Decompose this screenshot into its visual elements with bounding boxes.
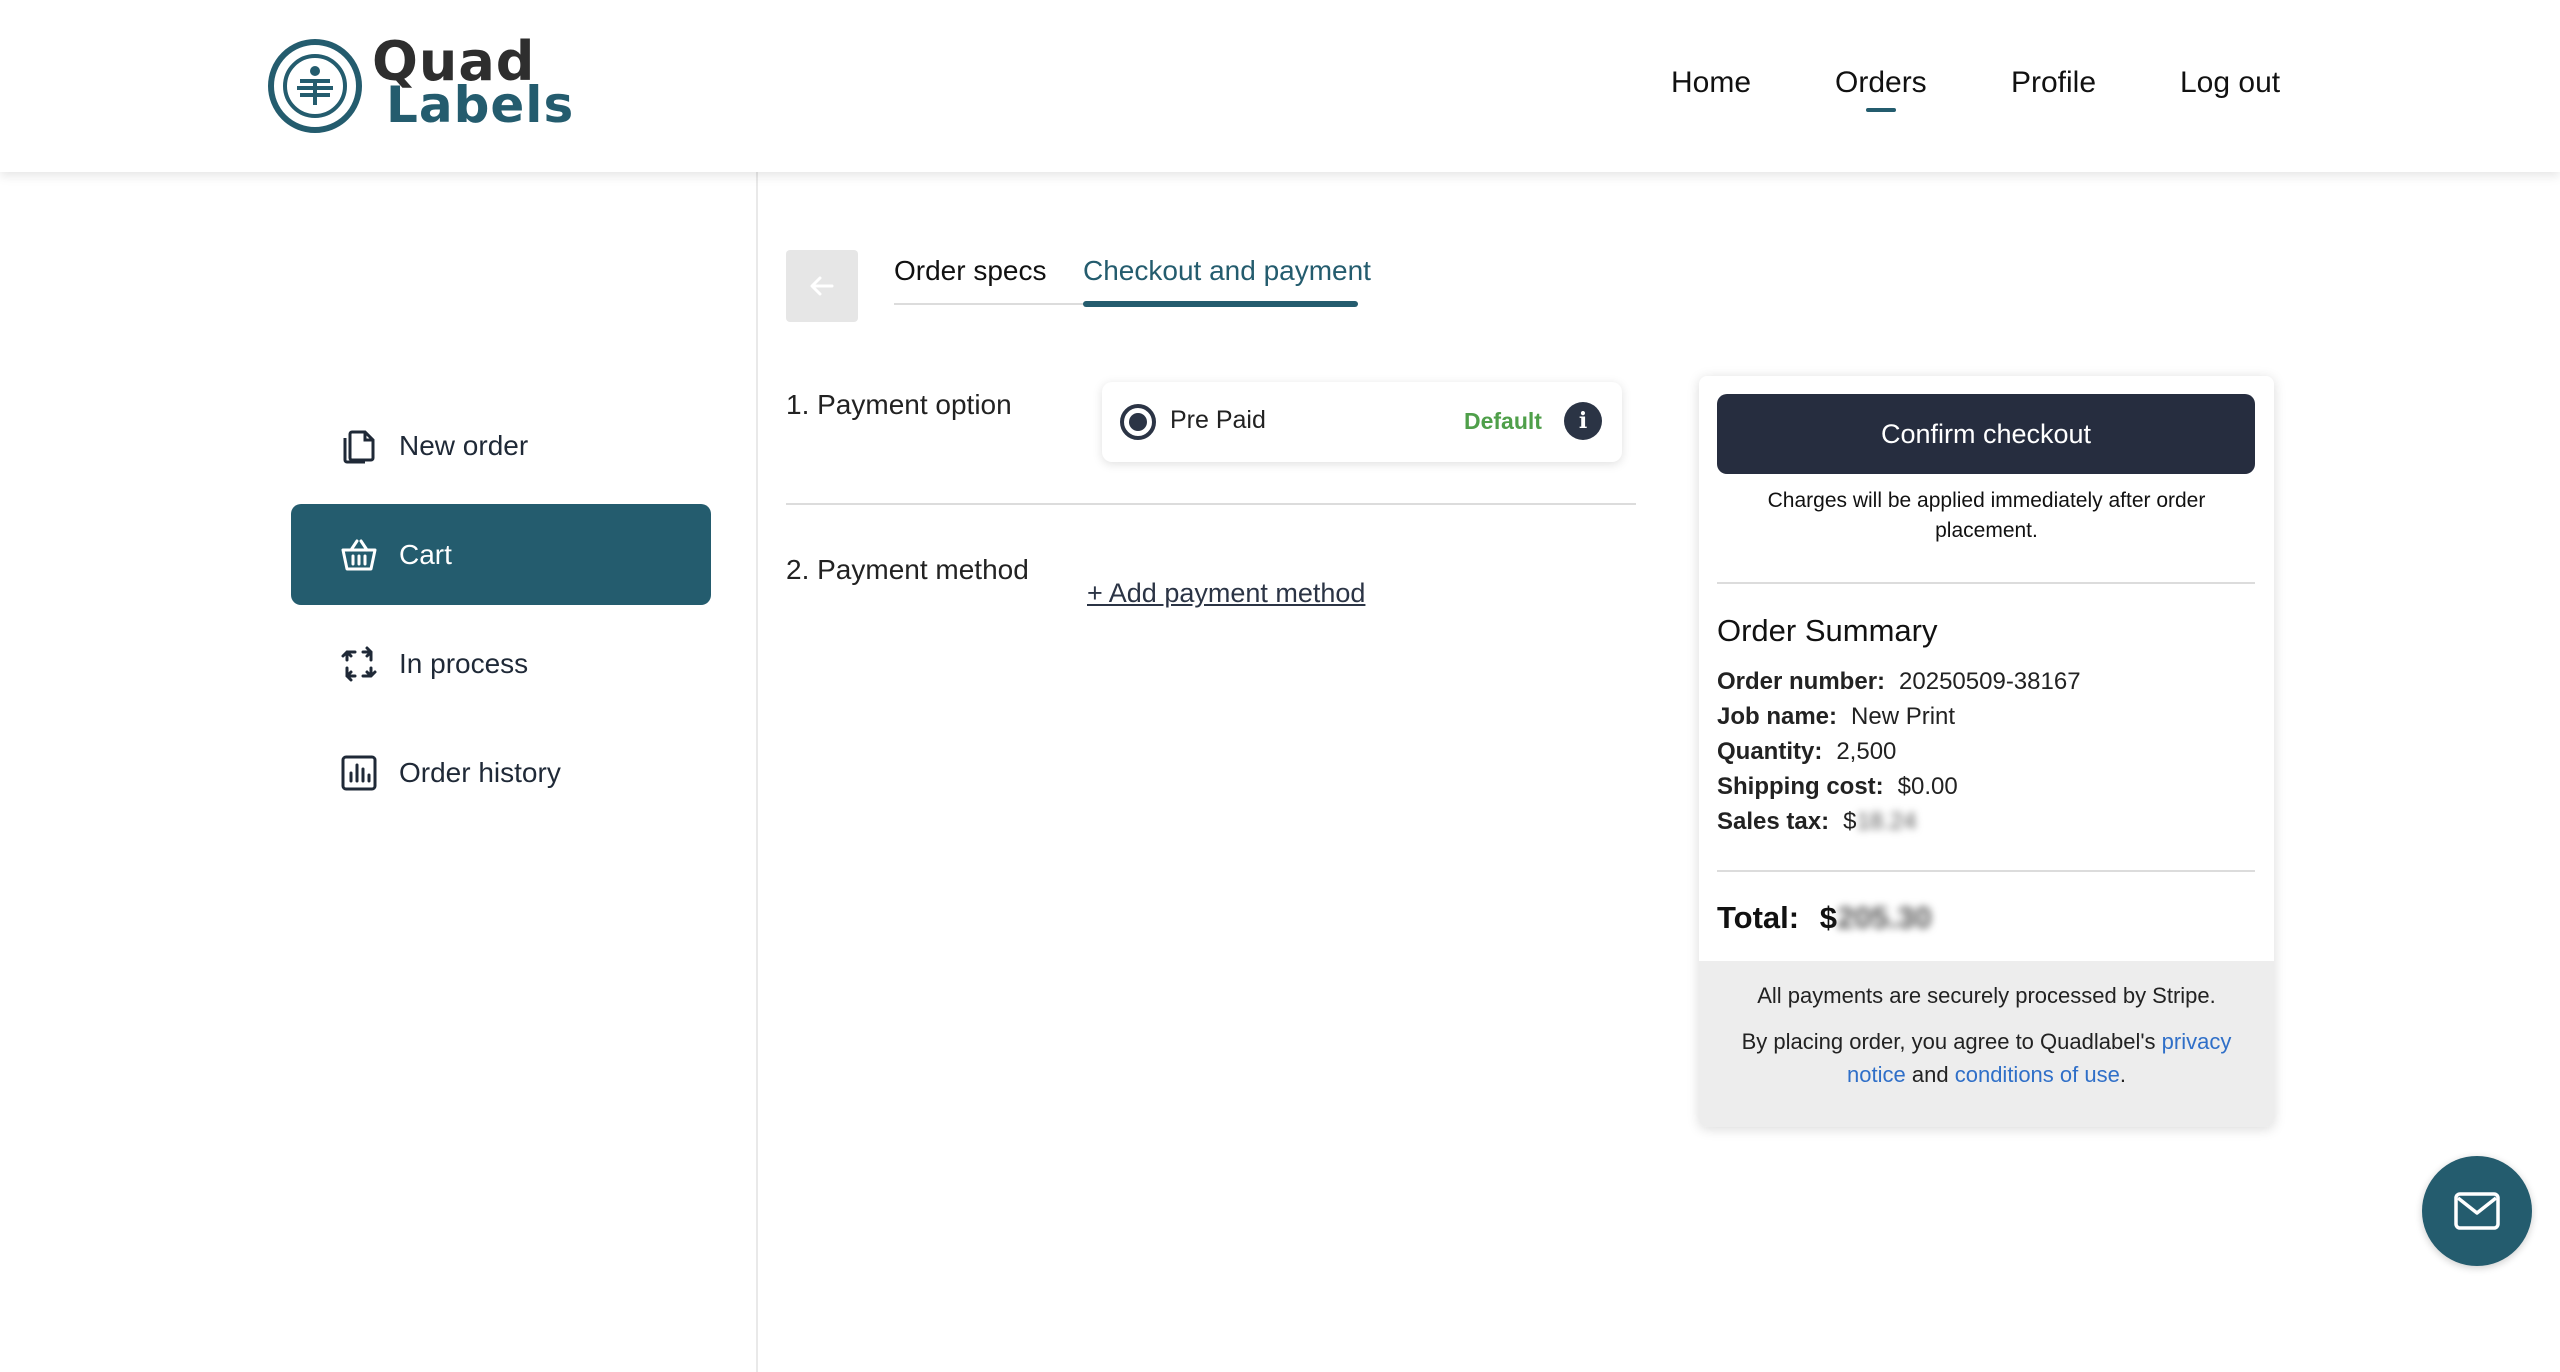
process-arrows-icon — [341, 646, 377, 681]
sales-tax-row: Sales tax: $18.24 — [1717, 808, 1917, 836]
tab-order-specs[interactable]: Order specs — [894, 255, 1047, 287]
sidebar-item-cart[interactable]: Cart — [291, 504, 711, 605]
nav-orders[interactable]: Orders — [1835, 66, 1927, 112]
envelope-icon — [2454, 1192, 2500, 1230]
sidebar-item-order-history[interactable]: Order history — [291, 722, 711, 823]
nav-active-indicator — [1865, 108, 1896, 112]
sidebar-item-in-process[interactable]: In process — [291, 613, 711, 714]
sales-tax-value-blurred: 18.24 — [1856, 808, 1917, 835]
sidebar-item-label: Cart — [399, 538, 452, 570]
confirm-checkout-button[interactable]: Confirm checkout — [1717, 394, 2255, 474]
total-currency: $ — [1819, 900, 1837, 935]
add-payment-method-link[interactable]: + Add payment method — [1087, 578, 1365, 609]
payment-option-label: Pre Paid — [1170, 406, 1266, 434]
nav-home[interactable]: Home — [1671, 66, 1751, 100]
arrow-left-icon — [810, 276, 834, 296]
total-label: Total: — [1717, 900, 1800, 935]
payment-option-heading: 1. Payment option — [786, 389, 1012, 420]
terms-prefix: By placing order, you agree to Quadlabel… — [1741, 1029, 2156, 1054]
sales-tax-currency: $ — [1843, 808, 1857, 835]
sidebar-item-label: Order history — [399, 756, 561, 788]
sidebar-item-label: New order — [399, 429, 529, 461]
quantity-label: Quantity: — [1717, 738, 1823, 765]
tab-active-indicator — [1083, 301, 1358, 307]
sales-tax-label: Sales tax: — [1717, 808, 1830, 835]
card-footer: All payments are securely processed by S… — [1699, 961, 2274, 1127]
shipping-row: Shipping cost: $0.00 — [1717, 773, 1958, 801]
job-name-label: Job name: — [1717, 703, 1838, 730]
nav-profile[interactable]: Profile — [2011, 66, 2096, 100]
terms-and: and — [1911, 1062, 1949, 1087]
stripe-secure-note: All payments are securely processed by S… — [1757, 983, 2216, 1008]
payment-method-heading: 2. Payment method — [786, 554, 1029, 585]
terms-agreement: By placing order, you agree to Quadlabel… — [1719, 1025, 2254, 1091]
quantity-row: Quantity: 2,500 — [1717, 738, 1896, 766]
order-number-row: Order number: 20250509-38167 — [1717, 668, 2081, 696]
default-badge: Default — [1464, 408, 1542, 434]
contact-mail-button[interactable] — [2422, 1156, 2532, 1266]
sidebar-item-label: In process — [399, 647, 529, 679]
tab-checkout-and-payment[interactable]: Checkout and payment — [1083, 255, 1371, 287]
total-row: Total: $205.30 — [1717, 900, 1932, 936]
order-summary-title: Order Summary — [1717, 613, 1938, 648]
logo-emblem-icon — [268, 39, 362, 133]
shipping-label: Shipping cost: — [1717, 773, 1884, 800]
basket-icon — [341, 539, 377, 570]
sidebar-item-new-order[interactable]: New order — [291, 395, 711, 496]
terms-period: . — [2119, 1062, 2126, 1087]
quad-labels-logo[interactable]: Quad Labels — [268, 30, 573, 136]
back-button[interactable] — [786, 250, 858, 322]
order-summary-card: Confirm checkout Charges will be applied… — [1699, 376, 2274, 1127]
job-name-value: New Print — [1851, 703, 1956, 730]
sidebar-divider — [756, 172, 758, 1372]
total-value-blurred: 205.30 — [1836, 900, 1932, 935]
document-copy-icon — [343, 430, 375, 463]
nav-orders-label: Orders — [1835, 66, 1927, 99]
card-divider — [1717, 582, 2255, 584]
quantity-value: 2,500 — [1836, 738, 1897, 765]
radio-selected-icon[interactable] — [1120, 404, 1156, 440]
bar-chart-icon — [341, 755, 377, 790]
payment-option-prepaid[interactable]: Pre Paid Default i — [1102, 382, 1622, 462]
job-name-row: Job name: New Print — [1717, 703, 1955, 731]
nav-logout[interactable]: Log out — [2180, 66, 2280, 100]
order-number-label: Order number: — [1717, 668, 1886, 695]
shipping-value: $0.00 — [1897, 773, 1958, 800]
charges-note: Charges will be applied immediately afte… — [1767, 489, 2206, 542]
logo-text-labels: Labels — [386, 76, 575, 134]
top-header: Quad Labels Home Orders Profile Log out — [0, 0, 2560, 172]
info-icon[interactable]: i — [1564, 402, 1602, 440]
section-divider — [786, 503, 1636, 505]
card-divider — [1717, 870, 2255, 872]
conditions-of-use-link[interactable]: conditions of use — [1955, 1062, 2120, 1087]
order-number-value: 20250509-38167 — [1899, 668, 2081, 695]
